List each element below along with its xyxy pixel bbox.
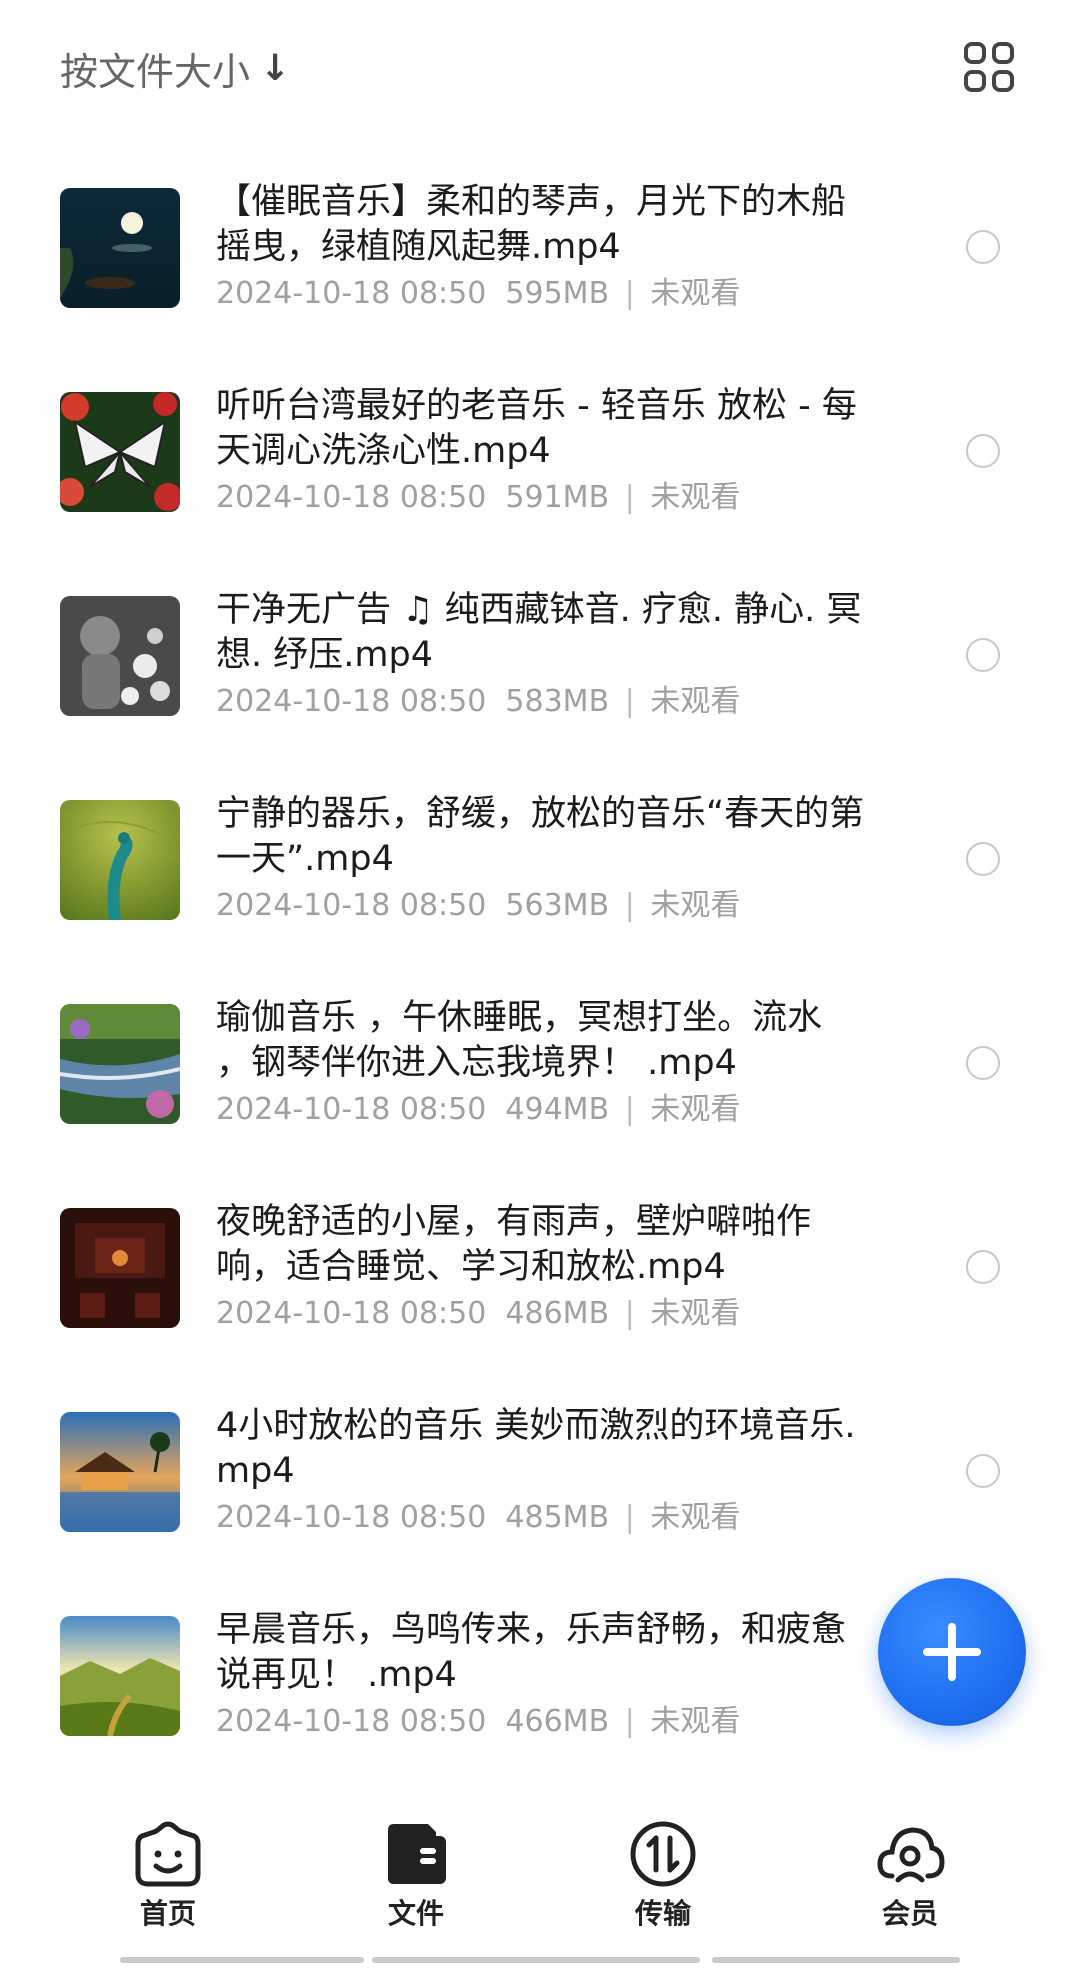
nav-item-files[interactable]: 文件	[346, 1818, 486, 1932]
add-button[interactable]	[878, 1578, 1026, 1726]
file-title: 听听台湾最好的老音乐 - 轻音乐 放松 - 每天调心洗涤心性.mp4	[216, 386, 857, 471]
grid-cell	[992, 42, 1014, 64]
header: 按文件大小 ↓	[0, 0, 1080, 140]
home-smile-icon	[135, 1821, 201, 1887]
watch-status: 未观看	[650, 888, 741, 923]
gesture-bar-segment	[120, 1957, 364, 1963]
grid-cell	[992, 70, 1014, 92]
file-browser-screen: 按文件大小 ↓ 【催眠音乐】柔和的琴声，月光下的木船摇曳，绿植随风起舞.mp4 …	[0, 0, 1080, 1969]
file-list: 【催眠音乐】柔和的琴声，月光下的木船摇曳，绿植随风起舞.mp4 2024-10-…	[0, 150, 1080, 1782]
nav-label: 会员	[881, 1897, 938, 1930]
folder-wallet-icon	[388, 1824, 446, 1884]
file-date: 2024-10-18 08:50	[216, 1704, 487, 1739]
file-title: 干净无广告 ♫ 纯西藏钵音. 疗愈. 静心. 冥想. 纾压.mp4	[216, 590, 862, 675]
file-meta: 2024-10-18 08:50 583MB | 未观看	[216, 680, 866, 724]
file-date: 2024-10-18 08:50	[216, 480, 487, 515]
file-title: 宁静的器乐，舒缓，放松的音乐“春天的第一天”.mp4	[216, 794, 865, 879]
video-thumbnail	[60, 596, 180, 716]
video-thumbnail	[60, 1004, 180, 1124]
meta-separator: |	[624, 276, 635, 311]
grid-cell	[964, 70, 986, 92]
file-meta: 2024-10-18 08:50 563MB | 未观看	[216, 884, 866, 928]
sort-label: 按文件大小	[60, 49, 251, 94]
file-title: 夜晚舒适的小屋，有雨声，壁炉噼啪作响，适合睡觉、学习和放松.mp4	[216, 1202, 812, 1287]
file-title: 【催眠音乐】柔和的琴声，月光下的木船摇曳，绿植随风起舞.mp4	[216, 182, 847, 267]
nav-label: 传输	[634, 1897, 691, 1930]
file-title: 瑜伽音乐 ，午休睡眠，冥想打坐。流水 ，钢琴伴你进入忘我境界！ .mp4	[216, 998, 823, 1083]
watch-status: 未观看	[650, 1500, 741, 1535]
select-radio[interactable]	[966, 230, 1000, 264]
gesture-bar-segment	[372, 1957, 700, 1963]
nav-label: 文件	[387, 1897, 444, 1930]
grid-cell	[964, 42, 986, 64]
select-radio[interactable]	[966, 842, 1000, 876]
nav-item-transfer[interactable]: 传输	[593, 1818, 733, 1932]
file-title: 4小时放松的音乐 美妙而激烈的环境音乐.mp4	[216, 1406, 856, 1491]
file-meta: 2024-10-18 08:50 485MB | 未观看	[216, 1496, 866, 1540]
file-date: 2024-10-18 08:50	[216, 276, 487, 311]
meta-separator: |	[624, 1296, 635, 1331]
select-radio[interactable]	[966, 1046, 1000, 1080]
meta-separator: |	[624, 480, 635, 515]
nav-item-home[interactable]: 首页	[98, 1818, 238, 1932]
video-thumbnail	[60, 392, 180, 512]
sort-selector[interactable]: 按文件大小 ↓	[60, 40, 290, 96]
watch-status: 未观看	[650, 1092, 741, 1127]
file-date: 2024-10-18 08:50	[216, 1092, 487, 1127]
video-thumbnail	[60, 800, 180, 920]
plus-icon	[923, 1623, 981, 1681]
file-item[interactable]: 夜晚舒适的小屋，有雨声，壁炉噼啪作响，适合睡觉、学习和放松.mp4 2024-1…	[0, 1170, 1080, 1374]
video-thumbnail	[60, 1412, 180, 1532]
file-size: 486MB	[505, 1296, 610, 1331]
select-radio[interactable]	[966, 638, 1000, 672]
file-size: 591MB	[505, 480, 610, 515]
watch-status: 未观看	[650, 480, 741, 515]
video-thumbnail	[60, 188, 180, 308]
gesture-bar-segment	[712, 1957, 960, 1963]
file-date: 2024-10-18 08:50	[216, 888, 487, 923]
file-date: 2024-10-18 08:50	[216, 684, 487, 719]
nav-label: 首页	[139, 1897, 196, 1930]
bottom-nav: 首页 文件 传输 会员	[0, 1800, 1080, 1969]
file-meta: 2024-10-18 08:50 591MB | 未观看	[216, 476, 866, 520]
video-thumbnail	[60, 1208, 180, 1328]
file-item[interactable]: 宁静的器乐，舒缓，放松的音乐“春天的第一天”.mp4 2024-10-18 08…	[0, 762, 1080, 966]
watch-status: 未观看	[650, 276, 741, 311]
file-size: 563MB	[505, 888, 610, 923]
file-size: 485MB	[505, 1500, 610, 1535]
meta-separator: |	[624, 684, 635, 719]
nav-item-member[interactable]: 会员	[840, 1818, 980, 1932]
file-meta: 2024-10-18 08:50 486MB | 未观看	[216, 1292, 866, 1336]
select-radio[interactable]	[966, 434, 1000, 468]
meta-separator: |	[624, 1500, 635, 1535]
grid-view-icon[interactable]	[964, 42, 1014, 92]
file-size: 583MB	[505, 684, 610, 719]
sort-arrow-icon: ↓	[260, 47, 291, 89]
file-meta: 2024-10-18 08:50 494MB | 未观看	[216, 1088, 866, 1132]
watch-status: 未观看	[650, 684, 741, 719]
file-size: 494MB	[505, 1092, 610, 1127]
file-date: 2024-10-18 08:50	[216, 1500, 487, 1535]
file-item[interactable]: 【催眠音乐】柔和的琴声，月光下的木船摇曳，绿植随风起舞.mp4 2024-10-…	[0, 150, 1080, 354]
select-radio[interactable]	[966, 1250, 1000, 1284]
watch-status: 未观看	[650, 1704, 741, 1739]
file-size: 595MB	[505, 276, 610, 311]
file-title: 早晨音乐，鸟鸣传来，乐声舒畅，和疲惫说再见！ .mp4	[216, 1610, 847, 1695]
video-thumbnail	[60, 1616, 180, 1736]
transfer-arrows-icon	[630, 1821, 696, 1887]
select-radio[interactable]	[966, 1454, 1000, 1488]
watch-status: 未观看	[650, 1296, 741, 1331]
file-item[interactable]: 瑜伽音乐 ，午休睡眠，冥想打坐。流水 ，钢琴伴你进入忘我境界！ .mp4 202…	[0, 966, 1080, 1170]
cloud-member-icon	[877, 1827, 945, 1883]
meta-separator: |	[624, 888, 635, 923]
file-item[interactable]: 4小时放松的音乐 美妙而激烈的环境音乐.mp4 2024-10-18 08:50…	[0, 1374, 1080, 1578]
meta-separator: |	[624, 1092, 635, 1127]
file-date: 2024-10-18 08:50	[216, 1296, 487, 1331]
file-meta: 2024-10-18 08:50 595MB | 未观看	[216, 272, 866, 316]
file-item[interactable]: 听听台湾最好的老音乐 - 轻音乐 放松 - 每天调心洗涤心性.mp4 2024-…	[0, 354, 1080, 558]
file-size: 466MB	[505, 1704, 610, 1739]
file-item[interactable]: 干净无广告 ♫ 纯西藏钵音. 疗愈. 静心. 冥想. 纾压.mp4 2024-1…	[0, 558, 1080, 762]
meta-separator: |	[624, 1704, 635, 1739]
file-meta: 2024-10-18 08:50 466MB | 未观看	[216, 1700, 866, 1744]
